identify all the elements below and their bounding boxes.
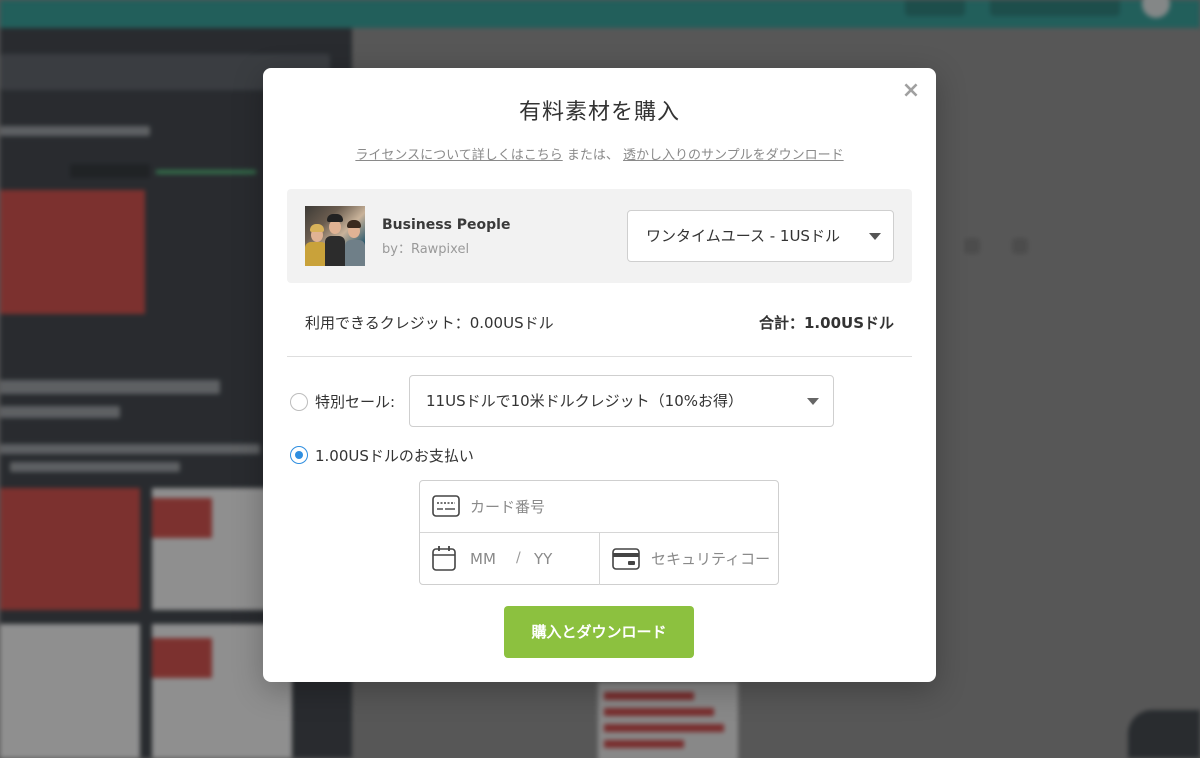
special-sale-label: 特別セール: [315, 393, 396, 411]
divider [287, 356, 912, 357]
expiry-cell: / [420, 533, 600, 585]
expiry-month-input[interactable] [470, 547, 514, 571]
license-type-value: ワンタイムユース - 1USドル [646, 227, 840, 245]
item-summary: Business People by：Rawpixel ワンタイムユース - 1… [287, 189, 912, 283]
chevron-down-icon [807, 398, 819, 405]
item-name: Business People [382, 217, 511, 233]
card-payment-form: / [419, 480, 779, 585]
license-info-link[interactable]: ライセンスについて詳しくはこちら [355, 148, 562, 163]
item-author: by：Rawpixel [382, 242, 470, 257]
calendar-icon [432, 546, 456, 571]
expiry-year-input[interactable] [534, 547, 578, 571]
credit-card-icon [612, 548, 640, 570]
special-sale-radio[interactable] [290, 393, 308, 411]
modal-title: 有料素材を購入 [518, 100, 680, 125]
pay-once-radio[interactable] [290, 446, 308, 464]
info-links: ライセンスについて詳しくはこちら または、 透かし入りのサンプルをダウンロード [263, 144, 936, 163]
purchase-modal: × 有料素材を購入 ライセンスについて詳しくはこちら または、 透かし入りのサン… [263, 68, 936, 682]
pay-once-label: 1.00USドルのお支払い [315, 447, 474, 465]
expiry-separator: / [516, 550, 521, 566]
card-number-row [420, 481, 778, 533]
available-credits: 利用できるクレジット：0.00USドル [305, 314, 554, 332]
cvc-cell [600, 533, 779, 585]
special-sale-value: 11USドルで10米ドルクレジット（10%お得） [426, 392, 744, 410]
license-type-select[interactable]: ワンタイムユース - 1USドル [627, 210, 894, 262]
special-sale-select[interactable]: 11USドルで10米ドルクレジット（10%お得） [409, 375, 834, 427]
total-amount: 合計：1.00USドル [759, 314, 894, 332]
buy-and-download-button[interactable]: 購入とダウンロード [504, 606, 694, 658]
chevron-down-icon [869, 233, 881, 240]
separator-text: または、 [566, 148, 619, 163]
sample-download-link[interactable]: 透かし入りのサンプルをダウンロード [623, 148, 844, 163]
security-code-input[interactable] [651, 547, 773, 571]
item-thumbnail [305, 206, 365, 266]
card-number-icon [432, 495, 460, 517]
card-number-input[interactable] [470, 495, 760, 519]
